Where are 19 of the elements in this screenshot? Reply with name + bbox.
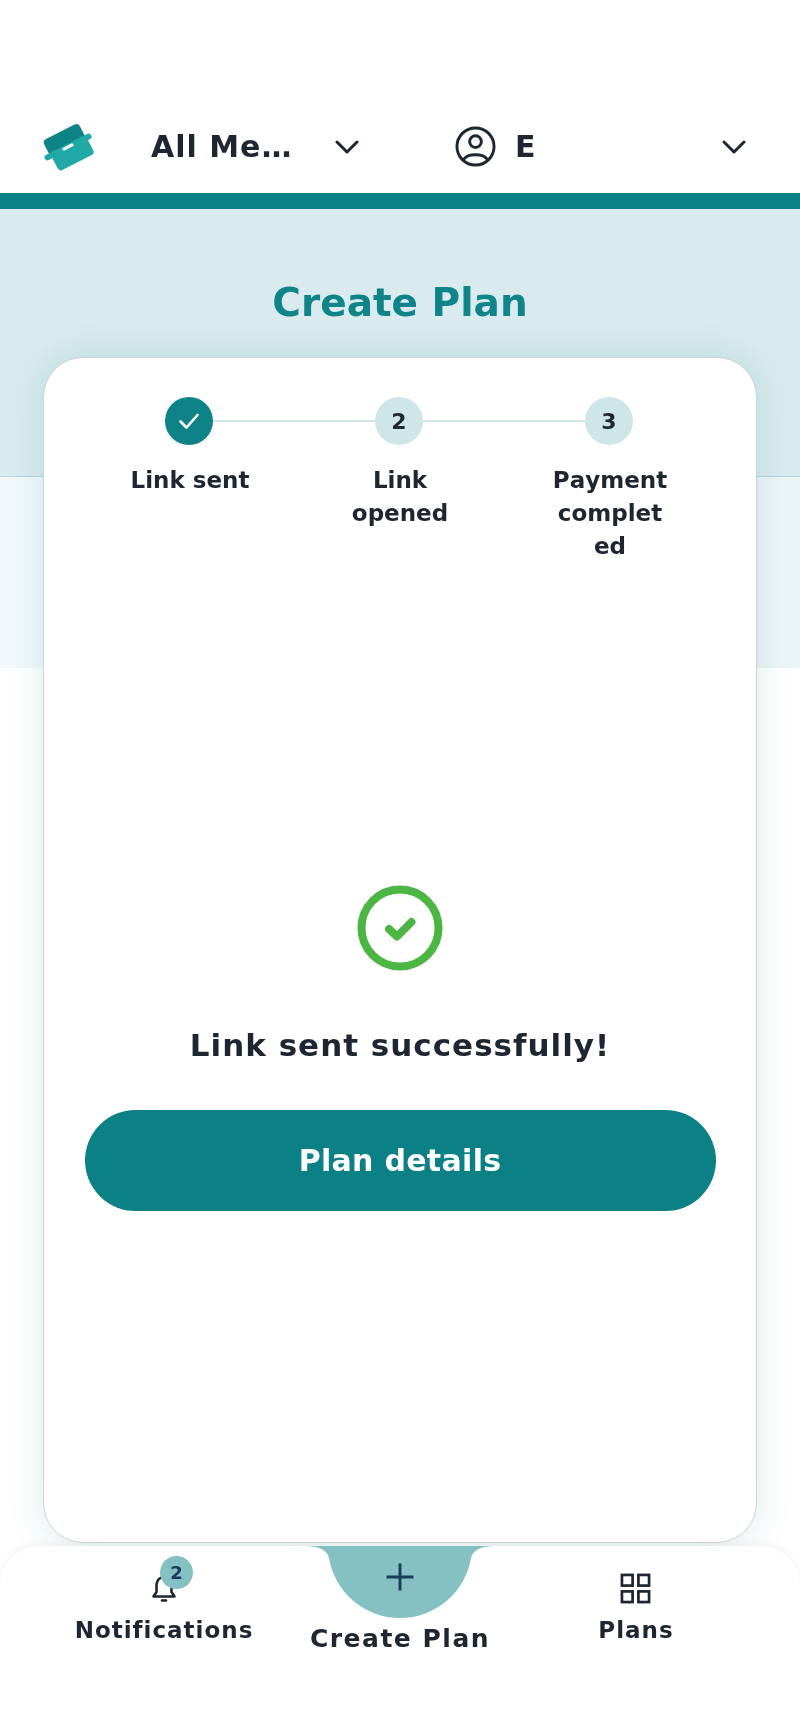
user-icon [455, 126, 496, 167]
step-number: 3 [585, 397, 633, 445]
success-check-icon [357, 885, 443, 971]
user-menu-dropdown[interactable]: E [455, 121, 746, 172]
plan-details-button[interactable]: Plan details [84, 1110, 716, 1211]
nav-tab[interactable]: Plans [594, 1546, 678, 1650]
nav-tab[interactable]: 2 Notifications [70, 1546, 258, 1650]
chevron-down-icon [335, 139, 359, 154]
notification-badge: 2 [160, 1556, 193, 1589]
grid-icon [620, 1572, 652, 1604]
create-plan-tab[interactable]: Create Plan [305, 1546, 495, 1654]
status-message: Link sent successfully! [189, 1026, 611, 1065]
step-number: 2 [375, 397, 423, 445]
step-label: Payment completed [551, 466, 669, 561]
chevron-down-icon [722, 139, 746, 154]
page-title: Create Plan [272, 279, 528, 327]
scope-dropdown[interactable]: All Me… [151, 121, 359, 172]
step-label: Link opened [350, 466, 450, 528]
step-label: Link sent [130, 466, 250, 495]
